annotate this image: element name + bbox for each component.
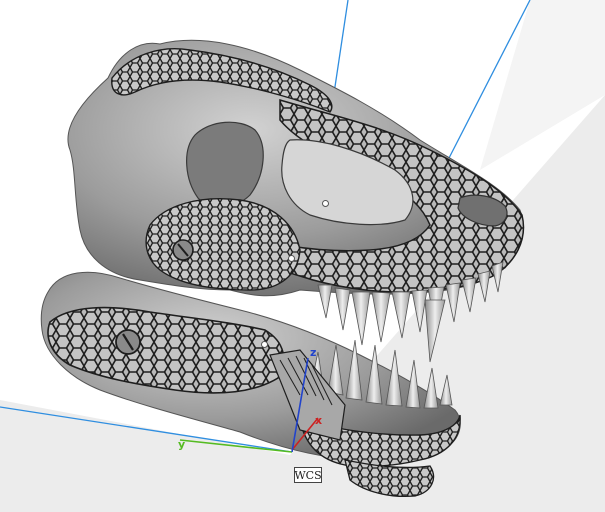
wcs-label[interactable]: WCS [294, 467, 322, 483]
selection-handle[interactable] [288, 255, 295, 262]
x-axis-label: x [315, 414, 323, 427]
z-axis-label: z [310, 346, 317, 359]
3d-viewport[interactable]: x y z WCS [0, 0, 605, 512]
scene-canvas[interactable] [0, 0, 605, 512]
selection-handle[interactable] [261, 341, 268, 348]
y-axis-label: y [178, 438, 186, 451]
selection-handle[interactable] [322, 200, 329, 207]
